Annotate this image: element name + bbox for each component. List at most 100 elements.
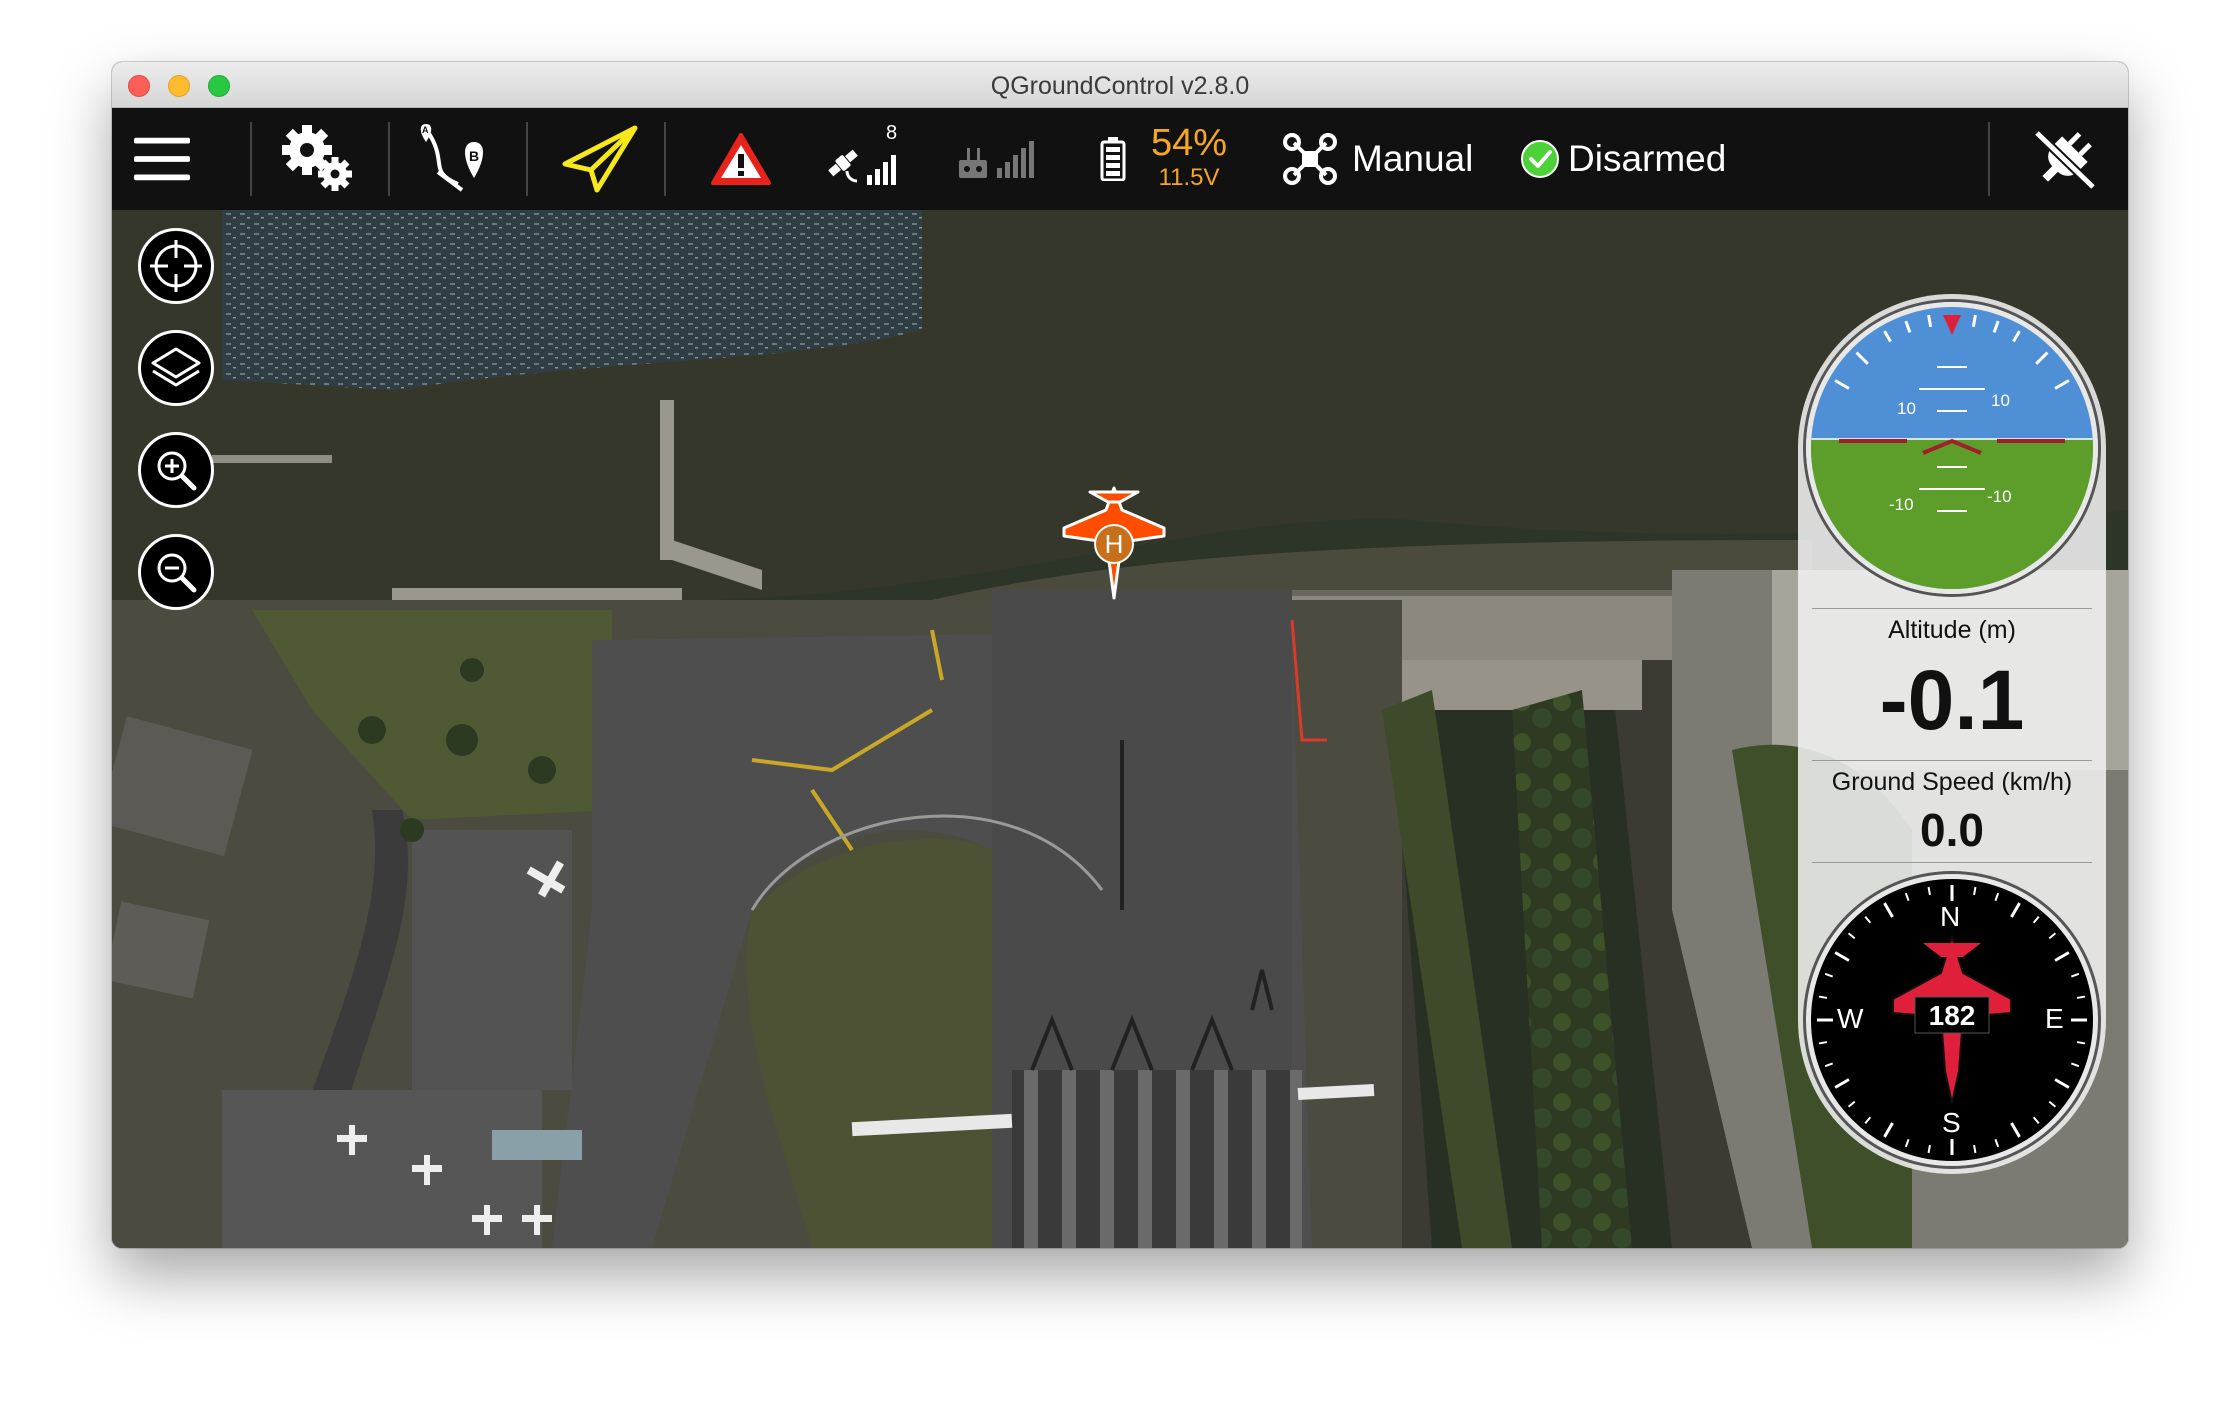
menu-button[interactable] xyxy=(134,108,190,210)
center-map-button[interactable] xyxy=(138,228,214,304)
panel-divider xyxy=(1812,862,2092,863)
app-window: QGroundControl v2.8.0 A B 8 54% 11.5V Ma… xyxy=(112,62,2128,1248)
compass-tick xyxy=(2048,932,2057,940)
compass-tick xyxy=(1864,915,1872,924)
flight-mode-label: Manual xyxy=(1352,138,1474,179)
title-bar: QGroundControl v2.8.0 xyxy=(112,62,2128,108)
toolbar-separator xyxy=(388,122,390,196)
pitch-label-down-right: -10 xyxy=(1987,487,2012,506)
panel-divider xyxy=(1812,608,2092,609)
compass-tick xyxy=(2070,972,2080,978)
compass-tick xyxy=(2070,1062,2080,1068)
paper-plane-icon xyxy=(562,125,638,193)
compass-tick xyxy=(1818,1041,1828,1045)
compass-tick xyxy=(1904,892,1910,902)
panel-divider xyxy=(1812,760,2092,761)
compass-north: N xyxy=(1940,901,1961,932)
toolbar-separator xyxy=(664,122,666,196)
compass-tick xyxy=(1818,995,1828,999)
pitch-label-down-left: -10 xyxy=(1889,495,1914,514)
compass-tick xyxy=(2076,995,2086,999)
compass-tick xyxy=(1834,951,1850,962)
compass-tick xyxy=(1883,902,1894,918)
compass-tick xyxy=(1927,886,1931,896)
compass-tick xyxy=(2032,1116,2040,1125)
zoom-out-button[interactable] xyxy=(138,534,214,610)
battery-icon xyxy=(1100,137,1126,181)
compass-tick xyxy=(2010,1122,2021,1138)
plan-view-button[interactable]: A B xyxy=(416,108,496,210)
zoom-out-icon xyxy=(157,553,197,593)
compass-tick xyxy=(1973,1144,1977,1154)
heading-value: 182 xyxy=(1928,1000,1976,1031)
zoom-in-button[interactable] xyxy=(138,432,214,508)
compass-tick xyxy=(1994,892,2000,902)
fly-view-button[interactable] xyxy=(558,108,642,210)
rc-rssi-indicator[interactable] xyxy=(956,108,1040,210)
check-circle-icon xyxy=(1521,140,1559,178)
svg-text:A: A xyxy=(422,125,429,135)
route-ab-icon: A B xyxy=(420,124,483,192)
compass-tick xyxy=(2054,1078,2070,1089)
disconnect-button[interactable] xyxy=(2028,108,2102,210)
home-marker[interactable]: H xyxy=(1094,524,1134,564)
satellite-icon xyxy=(828,149,896,185)
compass-tick xyxy=(1904,1138,1910,1148)
quadcopter-icon xyxy=(1283,133,1337,185)
battery-percent: 54% xyxy=(1150,122,1228,164)
zoom-in-icon xyxy=(157,451,197,491)
settings-button[interactable] xyxy=(278,108,358,210)
compass: N S W E 182 xyxy=(1806,874,2098,1166)
messages-warning-button[interactable] xyxy=(708,108,774,210)
compass-tick xyxy=(1834,1078,1850,1089)
battery-indicator[interactable] xyxy=(1096,108,1130,210)
compass-tick xyxy=(2048,1100,2057,1108)
plug-disconnect-icon xyxy=(2033,129,2097,191)
compass-east: E xyxy=(2045,1003,2064,1034)
warning-icon xyxy=(711,133,771,185)
compass-west: W xyxy=(1837,1003,1864,1034)
home-label: H xyxy=(1104,528,1124,559)
compass-south: S xyxy=(1942,1107,1961,1138)
satellite-count: 8 xyxy=(886,122,898,144)
pitch-label-up-right: 10 xyxy=(1991,391,2010,410)
ground-speed-label: Ground Speed (km/h) xyxy=(1831,768,2073,796)
attitude-indicator: 10 10 -10 -10 xyxy=(1806,302,2098,594)
arm-status-label: Disarmed xyxy=(1568,138,1727,179)
gear-icon xyxy=(282,125,352,191)
layers-icon xyxy=(151,347,201,387)
menu-icon xyxy=(134,137,190,181)
map-view[interactable]: H 10 10 -10 -10 Altitude (m) -0.1 Ground… xyxy=(112,210,2128,1248)
pitch-label-up-left: 10 xyxy=(1897,399,1916,418)
flight-mode-selector[interactable]: Manual xyxy=(1282,108,1474,210)
battery-voltage: 11.5V xyxy=(1158,164,1220,191)
compass-tick xyxy=(1973,886,1977,896)
window-title: QGroundControl v2.8.0 xyxy=(990,72,1250,100)
compass-tick xyxy=(1847,932,1856,940)
compass-tick xyxy=(2032,915,2040,924)
main-toolbar: A B 8 54% 11.5V Manual Disarmed xyxy=(112,108,2128,210)
crosshair-icon xyxy=(150,240,202,292)
compass-tick xyxy=(2010,902,2021,918)
toolbar-separator xyxy=(526,122,528,196)
compass-tick xyxy=(2054,951,2070,962)
altitude-value: -0.1 xyxy=(1879,653,2025,747)
svg-text:B: B xyxy=(469,148,479,164)
toolbar-separator xyxy=(1988,122,1990,196)
ground-speed-value: 0.0 xyxy=(1920,804,1984,856)
altitude-label: Altitude (m) xyxy=(1888,616,2016,644)
arm-status-button[interactable]: Disarmed xyxy=(1520,108,1740,210)
compass-tick xyxy=(1883,1122,1894,1138)
compass-tick xyxy=(1994,1138,2000,1148)
battery-readout: 54% 11.5V xyxy=(1144,122,1234,192)
compass-tick xyxy=(1847,1100,1856,1108)
compass-tick xyxy=(1864,1116,1872,1125)
instrument-panel: 10 10 -10 -10 Altitude (m) -0.1 Ground S… xyxy=(1798,294,2106,1174)
map-layers-button[interactable] xyxy=(138,330,214,406)
compass-tick xyxy=(2076,1041,2086,1045)
gps-status-indicator[interactable]: 8 xyxy=(824,108,914,210)
rc-signal-icon xyxy=(959,141,1034,178)
compass-tick xyxy=(1927,1144,1931,1154)
compass-tick xyxy=(1824,972,1834,978)
toolbar-separator xyxy=(250,122,252,196)
